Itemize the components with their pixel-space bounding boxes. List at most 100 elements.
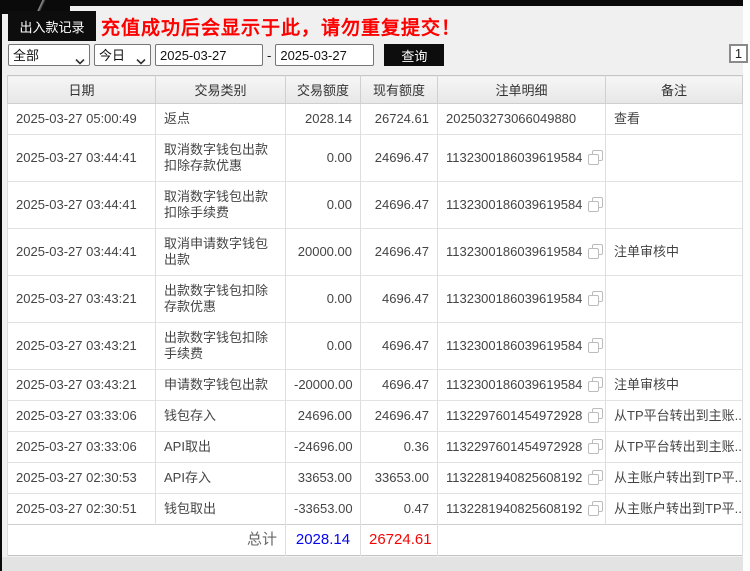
copy-icon[interactable] [588,377,603,392]
page-number-input[interactable] [729,44,748,63]
tab-deposit-withdraw-records[interactable]: 出入款记录 [8,11,96,41]
table-row: 2025-03-27 03:44:41 取消数字钱包出款扣除手续费 0.00 2… [8,182,743,229]
cell-balance: 0.47 [361,494,438,525]
copy-icon[interactable] [588,338,603,353]
cell-type: 出款数字钱包扣除存款优惠 [156,276,286,323]
copy-icon[interactable] [588,150,603,165]
remark-text[interactable]: 查看 [614,111,640,126]
date-range-separator: - [267,48,271,63]
copy-icon[interactable] [588,470,603,485]
cell-type: 取消数字钱包出款扣除手续费 [156,182,286,229]
date-to-input[interactable] [275,44,374,66]
order-number: 1132300186039619584 [446,150,582,165]
remark-text: 从主账户转出到TP平... [614,470,743,485]
cell-amount: 0.00 [286,135,361,182]
total-empty-cell [438,525,743,556]
cell-balance: 4696.47 [361,276,438,323]
cell-remark: 注单审核中 [606,370,743,401]
cell-balance: 4696.47 [361,370,438,401]
cell-balance: 33653.00 [361,463,438,494]
remark-text: 从TP平台转出到主账... [614,408,743,423]
notice-text: 充值成功后会显示于此，请勿重复提交！ [101,13,461,40]
filter-bar: 全部 今日 - 查询 [8,44,444,66]
order-number: 1132300186039619584 [446,244,582,259]
cell-order-detail: 1132300186039619584 [438,323,606,370]
total-label: 总计 [8,525,286,556]
order-number: 1132300186039619584 [446,377,582,392]
cell-balance: 24696.47 [361,401,438,432]
cell-type: API取出 [156,432,286,463]
table-row: 2025-03-27 02:30:51 钱包取出 -33653.00 0.47 … [8,494,743,525]
cell-date: 2025-03-27 03:43:21 [8,276,156,323]
cell-remark: 从TP平台转出到主账... [606,432,743,463]
copy-icon[interactable] [588,291,603,306]
cell-remark [606,135,743,182]
page-right-margin [743,0,750,571]
cell-order-detail: 1132300186039619584 [438,135,606,182]
cell-date: 2025-03-27 03:44:41 [8,135,156,182]
cell-amount: 0.00 [286,182,361,229]
cell-remark [606,323,743,370]
cell-order-detail: 1132300186039619584 [438,276,606,323]
order-number: 1132300186039619584 [446,291,582,306]
cell-amount: 24696.00 [286,401,361,432]
order-number: 202503273066049880 [446,111,576,126]
table-row: 2025-03-27 03:43:21 申请数字钱包出款 -20000.00 4… [8,370,743,401]
order-number: 1132281940825608192 [446,470,582,485]
cell-order-detail: 1132297601454972928 [438,401,606,432]
cell-amount: 20000.00 [286,229,361,276]
table-row: 2025-03-27 03:33:06 钱包存入 24696.00 24696.… [8,401,743,432]
table-row: 2025-03-27 03:43:21 出款数字钱包扣除存款优惠 0.00 46… [8,276,743,323]
cell-amount: 33653.00 [286,463,361,494]
table-body: 2025-03-27 05:00:49 返点 2028.14 26724.61 … [8,104,743,525]
type-filter-select[interactable]: 全部 [8,44,90,66]
order-number: 1132300186039619584 [446,197,582,212]
cell-remark: 从主账户转出到TP平... [606,463,743,494]
date-from-input[interactable] [155,44,263,66]
cell-order-detail: 1132300186039619584 [438,182,606,229]
cell-type: 出款数字钱包扣除手续费 [156,323,286,370]
table-footer-row: 总计 2028.14 26724.61 [8,525,743,556]
cell-type: 取消申请数字钱包出款 [156,229,286,276]
copy-icon[interactable] [588,408,603,423]
records-table: 日期交易类别交易额度现有额度注单明细备注 2025-03-27 05:00:49… [7,75,743,556]
date-range-filter-select[interactable]: 今日 [94,44,151,66]
copy-icon[interactable] [588,439,603,454]
cell-type: 钱包取出 [156,494,286,525]
cell-balance: 24696.47 [361,135,438,182]
column-header: 备注 [606,76,743,104]
order-number: 1132281940825608192 [446,501,582,516]
window-left-edge [0,0,2,571]
table-row: 2025-03-27 03:44:41 取消数字钱包出款扣除存款优惠 0.00 … [8,135,743,182]
order-number: 1132297601454972928 [446,439,582,454]
cell-date: 2025-03-27 05:00:49 [8,104,156,135]
order-number: 1132297601454972928 [446,408,582,423]
table-row: 2025-03-27 02:30:53 API存入 33653.00 33653… [8,463,743,494]
table-row: 2025-03-27 05:00:49 返点 2028.14 26724.61 … [8,104,743,135]
cell-order-detail: 1132300186039619584 [438,370,606,401]
cell-amount: -24696.00 [286,432,361,463]
table-row: 2025-03-27 03:33:06 API取出 -24696.00 0.36… [8,432,743,463]
cell-date: 2025-03-27 03:43:21 [8,323,156,370]
cell-order-detail: 1132281940825608192 [438,494,606,525]
remark-text: 从TP平台转出到主账... [614,439,743,454]
cell-order-detail: 1132297601454972928 [438,432,606,463]
cell-amount: -20000.00 [286,370,361,401]
cell-order-detail: 1132281940825608192 [438,463,606,494]
cell-remark: 查看 [606,104,743,135]
table-row: 2025-03-27 03:44:41 取消申请数字钱包出款 20000.00 … [8,229,743,276]
copy-icon[interactable] [588,501,603,516]
copy-icon[interactable] [588,197,603,212]
search-button[interactable]: 查询 [384,44,444,66]
cell-type: API存入 [156,463,286,494]
records-page: 出入款记录 充值成功后会显示于此，请勿重复提交！ 全部 今日 - 查询 [0,0,750,571]
copy-icon[interactable] [588,244,603,259]
cell-balance: 24696.47 [361,182,438,229]
cell-amount: 0.00 [286,276,361,323]
table-head-row: 日期交易类别交易额度现有额度注单明细备注 [8,76,743,104]
cell-balance: 4696.47 [361,323,438,370]
window-top-edge [0,0,744,6]
cell-balance: 0.36 [361,432,438,463]
cell-date: 2025-03-27 03:33:06 [8,432,156,463]
cell-remark [606,182,743,229]
